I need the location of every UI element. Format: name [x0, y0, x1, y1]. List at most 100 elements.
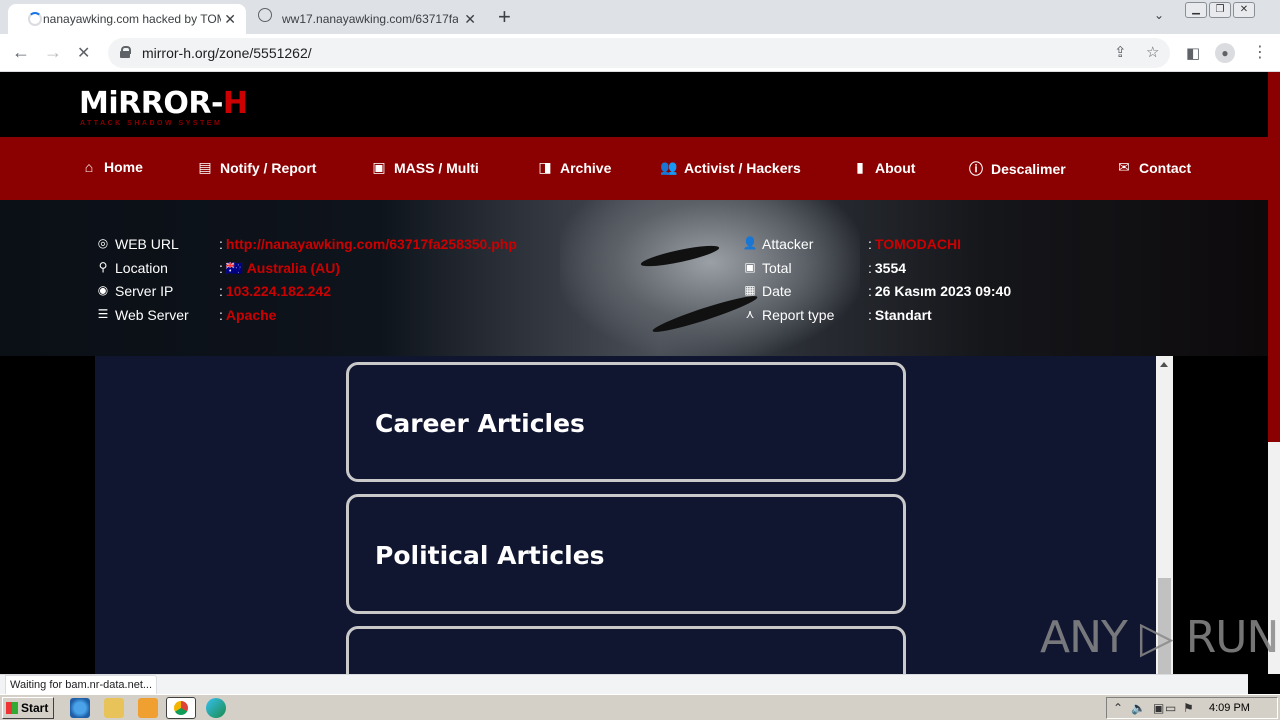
info-value[interactable]: http://nanayawking.com/63717fa258350.php [226, 236, 517, 252]
archive-icon: ◨ [538, 159, 552, 175]
info-row-server-ip: ◉ Server IP:103.224.182.242 [95, 283, 331, 299]
folder-icon[interactable] [104, 698, 124, 718]
tab-inactive[interactable]: ww17.nanayawking.com/63717fa258350.php ✕ [248, 4, 486, 34]
anyrun-watermark: ANY ▷ RUN [1040, 612, 1279, 663]
home-icon: ⌂ [84, 159, 94, 175]
restore-button[interactable]: ❐ [1209, 2, 1231, 18]
info-row-report-type: ⋏ Report type: Standart [742, 307, 932, 323]
info-row-attacker: 👤 Attacker: TOMODACHI [742, 236, 961, 252]
card-partial[interactable] [346, 626, 906, 674]
info-value[interactable]: TOMODACHI [875, 236, 961, 252]
info-label: Total [762, 259, 792, 276]
info-colon: : [868, 236, 872, 252]
main-nav: ⌂ Home ▤ Notify / Report ▣ MASS / Multi ◨ Ar… [0, 137, 1268, 200]
info-value: 3554 [874, 259, 907, 276]
tab-active[interactable]: nanayawking.com hacked by TOMODACHI ✕ [8, 4, 246, 34]
tab-search-chevron-icon[interactable]: ⌄ [1154, 8, 1164, 22]
web-page: MiRROR-H ATTACK SHADOW SYSTEM ⌂ Home ▤ Not… [0, 72, 1268, 674]
page-scroll-thumb[interactable] [1268, 72, 1280, 442]
card-title: Political Articles [375, 541, 605, 570]
lock-icon [120, 46, 131, 58]
profile-avatar-icon[interactable]: ● [1215, 43, 1235, 63]
side-panel-icon[interactable]: ◧ [1186, 44, 1200, 62]
nav-home[interactable]: ⌂ Home [80, 159, 143, 175]
network-icon[interactable]: ▣ [1153, 701, 1164, 715]
info-label: Web Server [115, 306, 189, 323]
window-controls: ▁ ❐ ✕ [1184, 0, 1256, 20]
info-row-date: ▦ Date:26 Kasım 2023 09:40 [742, 283, 1011, 299]
nav-mass-multi[interactable]: ▣ MASS / Multi [370, 159, 478, 176]
share-icon[interactable]: ⇪ [1114, 43, 1127, 61]
info-row-web-url: ◎ WEB URL: http://nanayawking.com/63717fa2… [95, 236, 517, 252]
location-icon: ⚲ [98, 259, 108, 274]
card-title: Career Articles [375, 409, 585, 438]
nav-contact[interactable]: ✉ Contact [1115, 159, 1191, 176]
server-ip-icon: ◉ [97, 283, 109, 297]
calendar-icon: ▦ [744, 283, 756, 297]
info-colon: : [868, 306, 872, 323]
site-logo[interactable]: MiRROR-H [79, 86, 248, 121]
site-header: MiRROR-H ATTACK SHADOW SYSTEM [0, 72, 1268, 137]
stop-loading-icon[interactable]: ✕ [77, 43, 90, 63]
card-career-articles[interactable]: Career Articles [346, 362, 906, 482]
menu-kebab-icon[interactable]: ⋮ [1252, 42, 1268, 62]
info-value: 🇦🇺 Australia (AU) [225, 259, 341, 276]
info-value: 103.224.182.242 [225, 283, 331, 299]
hero-banner: ◎ WEB URL: http://nanayawking.com/63717fa2… [0, 200, 1268, 356]
mirror-iframe[interactable]: Career Articles Political Articles [95, 356, 1173, 674]
display-icon[interactable]: ▭ [1165, 701, 1176, 715]
server-icon: ☰ [97, 306, 109, 321]
scroll-up-arrow-icon[interactable] [1160, 362, 1168, 367]
info-colon: : [868, 259, 872, 276]
new-tab-button[interactable]: + [498, 4, 511, 30]
notify-icon: ▤ [198, 159, 212, 175]
globe-icon: ◎ [97, 236, 109, 250]
bookmark-star-icon[interactable]: ☆ [1146, 43, 1159, 61]
media-player-icon[interactable] [138, 698, 158, 718]
info-colon: : [219, 259, 223, 276]
info-colon: : [219, 306, 223, 323]
report-type-icon: ⋏ [745, 306, 755, 321]
close-tab-icon[interactable]: ✕ [464, 11, 476, 28]
info-label: WEB URL [115, 236, 179, 252]
tab-title: nanayawking.com hacked by TOMODACHI [43, 12, 221, 26]
ie-icon[interactable] [70, 698, 90, 718]
nav-archive[interactable]: ◨ Archive [536, 159, 611, 176]
card-political-articles[interactable]: Political Articles [346, 494, 906, 614]
about-icon: ▮ [856, 159, 864, 175]
info-colon: : [868, 283, 872, 299]
address-bar[interactable]: mirror-h.org/zone/5551262/ ⇪ ☆ [108, 38, 1170, 68]
close-tab-icon[interactable]: ✕ [224, 11, 236, 28]
tray-expand-icon[interactable]: ⌃ [1113, 701, 1123, 715]
start-button[interactable]: Start [2, 697, 54, 719]
edge-icon[interactable] [206, 698, 226, 718]
back-arrow-icon[interactable]: ← [12, 42, 30, 63]
minimize-button[interactable]: ▁ [1185, 2, 1207, 18]
nav-activist-hackers[interactable]: 👥 Activist / Hackers [660, 159, 800, 176]
volume-icon[interactable]: 🔈 [1131, 701, 1146, 715]
info-value: 26 Kasım 2023 09:40 [874, 283, 1012, 299]
info-label: Date [762, 283, 792, 299]
info-label: Location [115, 259, 168, 276]
page-scrollbar[interactable] [1268, 72, 1280, 674]
info-icon: ⓘ [969, 161, 983, 177]
windows-taskbar: Start ⌃ 🔈 ▣ ▭ ⚑ 4:09 PM [0, 694, 1280, 720]
users-icon: 👥 [660, 159, 678, 175]
globe-icon [258, 8, 272, 22]
action-center-flag-icon[interactable]: ⚑ [1183, 701, 1194, 715]
nav-descalimer[interactable]: ⓘ Descalimer [967, 159, 1066, 179]
info-label: Server IP [115, 283, 174, 299]
logo-tagline: ATTACK SHADOW SYSTEM [80, 120, 223, 127]
status-bar: Waiting for bam.nr-data.net... [0, 674, 1248, 695]
windows-flag-icon [6, 702, 18, 714]
user-icon: 👤 [742, 236, 758, 250]
nav-about[interactable]: ▮ About [851, 159, 915, 176]
chrome-icon[interactable] [166, 697, 196, 719]
url-text[interactable]: mirror-h.org/zone/5551262/ [142, 45, 312, 61]
close-window-button[interactable]: ✕ [1233, 2, 1255, 18]
guy-fawkes-mask-image [560, 200, 860, 356]
info-value: Standart [874, 306, 932, 323]
browser-toolbar: ← → ✕ mirror-h.org/zone/5551262/ ⇪ ☆ ◧ ●… [0, 34, 1280, 72]
nav-notify-report[interactable]: ▤ Notify / Report [196, 159, 316, 176]
forward-arrow-icon[interactable]: → [44, 42, 62, 63]
